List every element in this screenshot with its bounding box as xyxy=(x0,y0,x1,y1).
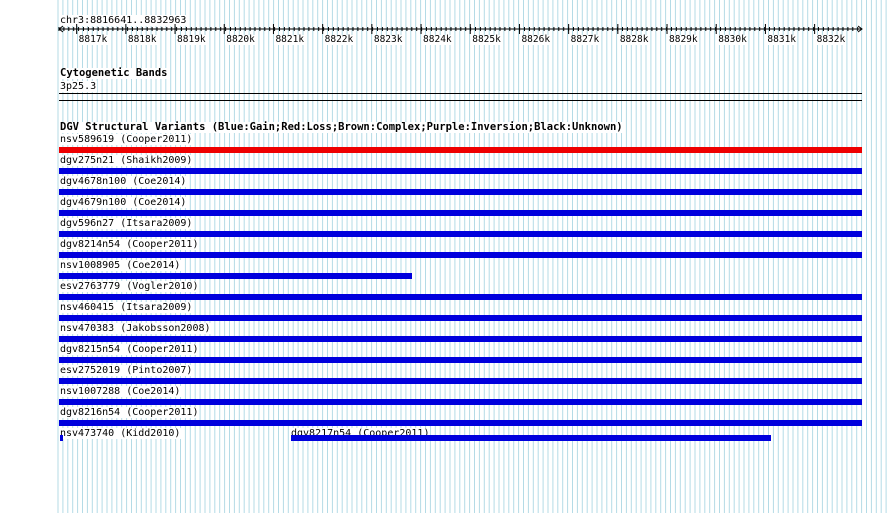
ruler-tick-label: 8822k xyxy=(323,34,355,45)
variant-label[interactable]: nsv460415 (Itsara2009) xyxy=(59,302,194,313)
variant-bar[interactable] xyxy=(59,420,862,426)
variant-label[interactable]: nsv589619 (Cooper2011) xyxy=(59,134,194,145)
variant-bar[interactable] xyxy=(59,336,862,342)
ruler-tick-label: 8821k xyxy=(274,34,306,45)
cytoband-track-line xyxy=(59,93,862,94)
ruler-tick-label: 8819k xyxy=(176,34,207,45)
ruler-tick-label: 8820k xyxy=(225,34,256,45)
variant-bar[interactable] xyxy=(59,378,862,384)
variant-label[interactable]: esv2763779 (Vogler2010) xyxy=(59,281,200,292)
cytoband-label: 3p25.3 xyxy=(59,81,98,92)
variant-label[interactable]: nsv470383 (Jakobsson2008) xyxy=(59,323,212,334)
variant-bar[interactable] xyxy=(59,252,862,258)
variant-bar[interactable] xyxy=(59,357,862,363)
variant-bar[interactable] xyxy=(59,399,862,405)
track-separator xyxy=(59,100,862,101)
ruler-tick-label: 8825k xyxy=(471,34,502,45)
ruler-tick-label: 8824k xyxy=(422,34,453,45)
variant-bar[interactable] xyxy=(59,315,862,321)
variant-bar[interactable] xyxy=(59,231,862,237)
variant-label[interactable]: dgv8216n54 (Cooper2011) xyxy=(59,407,200,418)
cytoband-title: Cytogenetic Bands xyxy=(59,67,169,79)
variant-bar[interactable] xyxy=(59,147,862,153)
ruler-tick-label: 8826k xyxy=(520,34,552,45)
coordinate-ruler[interactable] xyxy=(0,24,890,34)
dgv-title: DGV Structural Variants (Blue:Gain;Red:L… xyxy=(59,121,624,133)
variant-bar[interactable] xyxy=(59,189,862,195)
variant-label[interactable]: dgv8214n54 (Cooper2011) xyxy=(59,239,200,250)
variant-bar[interactable] xyxy=(59,294,862,300)
variant-label[interactable]: nsv1008905 (Coe2014) xyxy=(59,260,182,271)
variant-bar[interactable] xyxy=(59,210,862,216)
ruler-tick-label: 8829k xyxy=(668,34,699,45)
ruler-tick-label: 8823k xyxy=(372,34,404,45)
variant-label[interactable]: dgv275n21 (Shaikh2009) xyxy=(59,155,194,166)
variant-bar[interactable] xyxy=(59,168,862,174)
variant-label[interactable]: dgv596n27 (Itsara2009) xyxy=(59,218,194,229)
ruler-tick-label: 8830k xyxy=(717,34,748,45)
variant-bar[interactable] xyxy=(59,273,412,279)
variant-label[interactable]: esv2752019 (Pinto2007) xyxy=(59,365,194,376)
variant-label[interactable]: dgv4678n100 (Coe2014) xyxy=(59,176,188,187)
variant-label[interactable]: nsv473740 (Kidd2010) xyxy=(59,428,182,439)
variant-label[interactable]: dgv8215n54 (Cooper2011) xyxy=(59,344,200,355)
variant-label[interactable]: nsv1007288 (Coe2014) xyxy=(59,386,182,397)
ruler-tick-label: 8827k xyxy=(569,34,601,45)
ruler-tick-label: 8817k xyxy=(77,34,109,45)
ruler-tick-label: 8828k xyxy=(618,34,650,45)
ruler-tick-label: 8831k xyxy=(766,34,798,45)
variant-bar[interactable] xyxy=(60,435,63,441)
ruler-tick-label: 8818k xyxy=(126,34,158,45)
variant-bar[interactable] xyxy=(291,435,771,441)
ruler-tick-label: 8832k xyxy=(815,34,847,45)
variant-label[interactable]: dgv4679n100 (Coe2014) xyxy=(59,197,188,208)
